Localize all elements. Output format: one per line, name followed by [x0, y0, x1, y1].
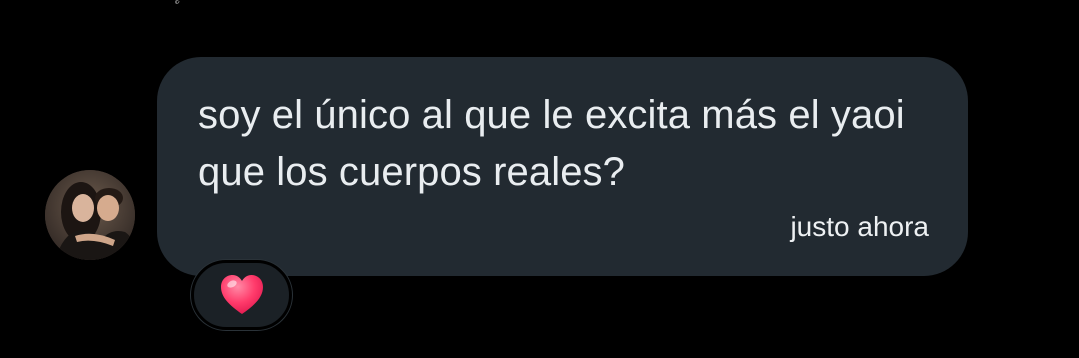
reaction-pill[interactable]: [191, 260, 292, 330]
message-timestamp: justo ahora: [790, 211, 929, 242]
avatar-photo-icon: [45, 170, 135, 260]
sender-avatar[interactable]: [45, 170, 135, 260]
chat-screen: ะ soy el único al que le excita más el y…: [0, 0, 1079, 358]
status-glyph: ะ: [174, 0, 181, 7]
heart-icon: [220, 275, 263, 314]
message-text: soy el único al que le excita más el yao…: [198, 93, 905, 194]
message-bubble[interactable]: soy el único al que le excita más el yao…: [157, 57, 968, 276]
